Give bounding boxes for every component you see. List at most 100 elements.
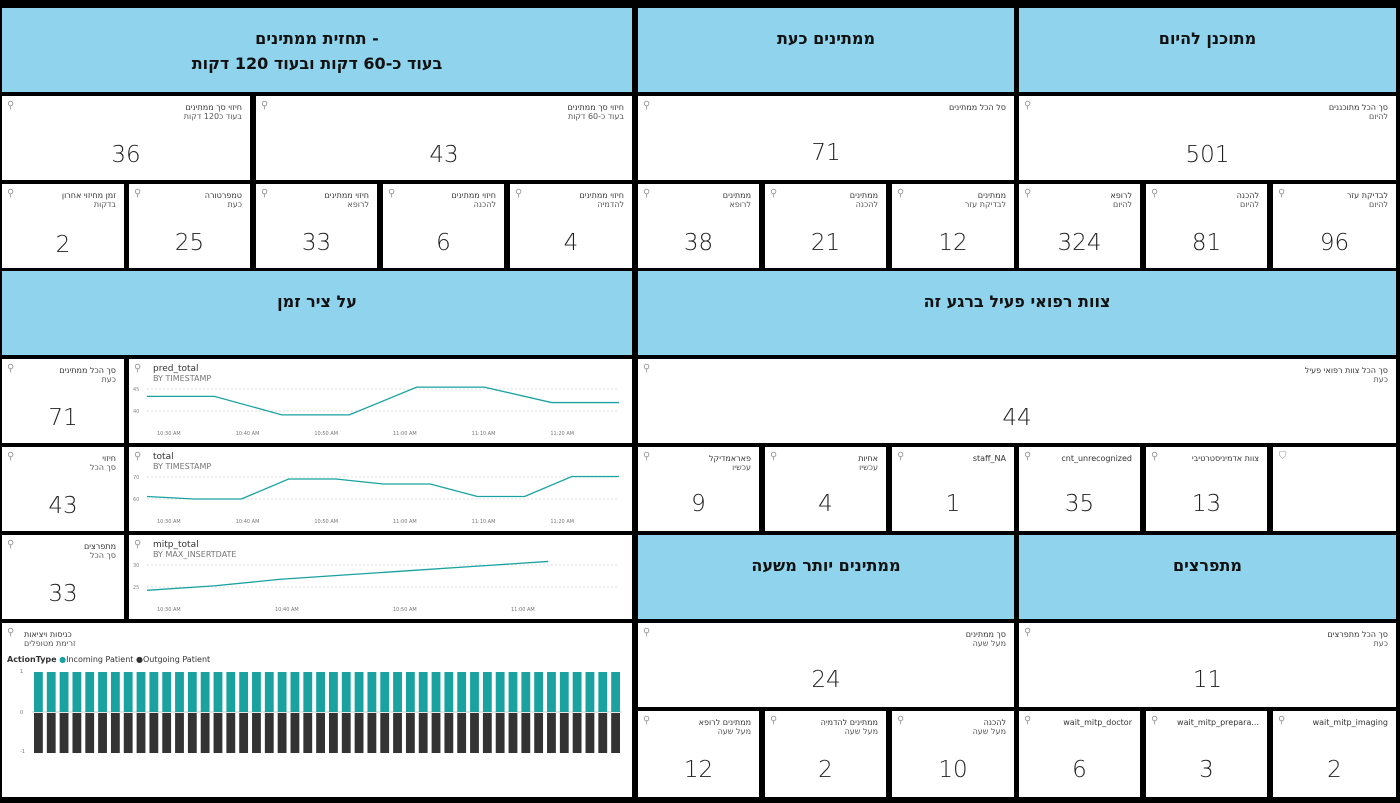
bar-outgoing <box>470 713 479 753</box>
kpi-tile-pred120[interactable]: ⚲ חיזוי סך ממתינים בעוד כ120 דקות 36 <box>2 96 250 180</box>
kpi-tile-plan-prep[interactable]: ⚲ להכנה להיום 81 <box>1146 184 1267 268</box>
pin-icon[interactable]: ⚲ <box>7 363 14 374</box>
bar-incoming <box>46 672 56 712</box>
pin-icon[interactable]: ⚲ <box>1024 188 1031 199</box>
kpi-tile-plan-doctor[interactable]: ⚲ לרופא להיום 324 <box>1019 184 1140 268</box>
pin-icon[interactable]: ⚲ <box>7 539 14 550</box>
kpi-tile-brk-total[interactable]: ⚲ סך הכל מתפרצים כעת 11 <box>1019 623 1396 707</box>
forecast-header-line1: תחזית ממתינים - <box>255 29 379 48</box>
pin-icon[interactable]: ⚲ <box>643 188 650 199</box>
pin-icon[interactable]: ⚲ <box>770 451 777 462</box>
pred-total-chart-tile[interactable]: ⚲ pred_total BY TIMESTAMP 40 45 10:30 AM 10… <box>129 359 632 443</box>
bar-incoming <box>495 672 505 712</box>
bar-incoming <box>367 672 377 712</box>
pin-icon[interactable]: ⚲ <box>897 188 904 199</box>
pin-icon[interactable]: ⚲ <box>1151 715 1158 726</box>
kpi-tile-staff-total[interactable]: ⚲ סך הכל צוות רפואי פעיל כעת 44 <box>638 359 1396 443</box>
y-tick-label: 40 <box>133 409 139 415</box>
kpi-tile-hour-total[interactable]: ⚲ סך ממתינים מעל שעה 24 <box>638 623 1014 707</box>
kpi-tile-empty[interactable]: ⛉ <box>1273 447 1396 531</box>
kpi-tile-brk-imaging[interactable]: ⚲ wait_mitp_imaging 2 <box>1273 711 1396 797</box>
pin-icon[interactable]: ⚲ <box>7 188 14 199</box>
tile-value: 25 <box>174 230 205 256</box>
pin-icon[interactable]: ⚲ <box>770 715 777 726</box>
kpi-tile-staff-nurses[interactable]: ⚲ אחיות עכשיו 4 <box>765 447 886 531</box>
kpi-tile-waiting-total[interactable]: ⚲ סל הכל ממתינים 71 <box>638 96 1014 180</box>
pin-icon[interactable]: ⚲ <box>1278 715 1285 726</box>
kpi-tile-staff-admin[interactable]: ⚲ צוות אדמיניסטרטיבי 13 <box>1146 447 1267 531</box>
tile-title: ממתינים <box>977 191 1006 200</box>
x-tick-label: 10:40 AM <box>236 519 260 525</box>
bar-outgoing <box>149 713 159 753</box>
tile-title: מתפרצים <box>83 542 116 551</box>
pin-icon[interactable]: ⚲ <box>643 451 650 462</box>
tile-subtitle: כעת <box>1373 375 1389 384</box>
tile-value: 2 <box>55 232 71 258</box>
pred-total-line-chart: 40 45 10:30 AM 10:40 AM 10:50 AM 11:00 AM 11:1… <box>133 386 619 437</box>
kpi-tile-tl-breaking[interactable]: ⚲ מתפרצים סך הכל 33 <box>2 535 124 619</box>
tile-value: 71 <box>811 140 841 166</box>
kpi-tile-brk-doctor[interactable]: ⚲ wait_mitp_doctor 6 <box>1019 711 1140 797</box>
alert-icon[interactable]: ⛉ <box>1279 451 1287 462</box>
bar-incoming <box>110 672 120 712</box>
pin-icon[interactable]: ⚲ <box>1278 188 1285 199</box>
y-tick-label: 60 <box>133 497 139 503</box>
inout-chart-tile[interactable]: ⚲ כניסות ויציאות זרימת מטופלים ActionTyp… <box>2 623 632 797</box>
pin-icon[interactable]: ⚲ <box>1024 627 1031 638</box>
kpi-tile-hour-imaging[interactable]: ⚲ ממתינים להדמיה מעל שעה 2 <box>765 711 886 797</box>
kpi-tile-plan-aux[interactable]: ⚲ לבדיקת עזר להיום 96 <box>1273 184 1396 268</box>
bar-outgoing <box>418 713 428 753</box>
kpi-tile-tl-pred[interactable]: ⚲ חיזוי סך הכל 43 <box>2 447 124 531</box>
pin-icon[interactable]: ⚲ <box>1024 451 1031 462</box>
bar-outgoing <box>316 713 325 753</box>
pin-icon[interactable]: ⚲ <box>134 188 141 199</box>
bar-outgoing <box>547 713 556 753</box>
pin-icon[interactable]: ⚲ <box>897 715 904 726</box>
pin-icon[interactable]: ⚲ <box>261 100 268 111</box>
kpi-tile-wait-aux[interactable]: ⚲ ממתינים לבדיקת עזר 12 <box>892 184 1014 268</box>
kpi-tile-staff-paramedic[interactable]: ⚲ פאראמדיקל עכשיו 9 <box>638 447 759 531</box>
pin-icon[interactable]: ⚲ <box>261 188 268 199</box>
tile-title: wait_mitp_imaging <box>1312 718 1388 727</box>
pin-icon[interactable]: ⚲ <box>643 627 650 638</box>
pin-icon[interactable]: ⚲ <box>7 100 14 111</box>
kpi-tile-tl-total-wait[interactable]: ⚲ סך הכל ממתינים כעת 71 <box>2 359 124 443</box>
bar-outgoing <box>444 713 454 753</box>
kpi-tile-pred-prep[interactable]: ⚲ חיזוי ממתינים להכנה 6 <box>383 184 504 268</box>
mitp-total-chart-tile[interactable]: ⚲ mitp_total BY MAX_INSERTDATE 25 30 10:30… <box>129 535 632 619</box>
kpi-tile-pred60[interactable]: ⚲ חיזוי סך ממתינים בעוד כ-60 דקות 43 <box>256 96 632 180</box>
pin-icon[interactable]: ⚲ <box>770 188 777 199</box>
pin-icon[interactable]: ⚲ <box>388 188 395 199</box>
kpi-tile-planned-total[interactable]: ⚲ סך הכל מתוכננים להיום 501 <box>1019 96 1396 180</box>
kpi-tile-last-pred-time[interactable]: ⚲ זמן מחיזוי אחרון בדקות 2 <box>2 184 124 268</box>
pin-icon[interactable]: ⚲ <box>1024 715 1031 726</box>
kpi-tile-hour-doctor[interactable]: ⚲ ממתינים לרופא מעל שעה 12 <box>638 711 759 797</box>
bar-outgoing <box>367 713 377 753</box>
tile-value: 43 <box>429 142 459 168</box>
kpi-tile-hour-prep[interactable]: ⚲ להכנה מעל שעה 10 <box>892 711 1014 797</box>
total-chart-tile[interactable]: ⚲ total BY TIMESTAMP 60 70 10:30 AM 10:40 A… <box>129 447 632 531</box>
pin-icon[interactable]: ⚲ <box>1151 451 1158 462</box>
bar-outgoing <box>110 713 120 753</box>
kpi-tile-staff-na[interactable]: ⚲ staff_NA 1 <box>892 447 1014 531</box>
pin-icon[interactable]: ⚲ <box>643 715 650 726</box>
pin-icon[interactable]: ⚲ <box>897 451 904 462</box>
kpi-tile-temperature[interactable]: ⚲ טמפרטורה כעת 25 <box>129 184 250 268</box>
kpi-tile-wait-doctor[interactable]: ⚲ ממתינים לרופא 38 <box>638 184 759 268</box>
kpi-tile-cnt-unrecognized[interactable]: ⚲ cnt_unrecognized 35 <box>1019 447 1140 531</box>
pin-icon[interactable]: ⚲ <box>515 188 522 199</box>
bar-incoming <box>329 672 338 712</box>
x-tick-label: 11:00 AM <box>393 519 417 525</box>
pin-icon[interactable]: ⚲ <box>643 100 650 111</box>
tile-subtitle: כעת <box>101 375 117 384</box>
pin-icon[interactable]: ⚲ <box>7 451 14 462</box>
kpi-tile-brk-prep[interactable]: ⚲ wait_mitp_prepara... 3 <box>1146 711 1267 797</box>
tile-subtitle: כעת <box>227 200 243 209</box>
kpi-tile-wait-prep[interactable]: ⚲ ממתינים להכנה 21 <box>765 184 886 268</box>
bar-outgoing <box>559 713 569 753</box>
pin-icon[interactable]: ⚲ <box>1024 100 1031 111</box>
kpi-tile-pred-imaging[interactable]: ⚲ חיזוי ממתינים להדמיה 4 <box>510 184 632 268</box>
pin-icon[interactable]: ⚲ <box>643 363 650 374</box>
kpi-tile-pred-doctor[interactable]: ⚲ חיזוי ממתינים לרופא 33 <box>256 184 377 268</box>
pin-icon[interactable]: ⚲ <box>1151 188 1158 199</box>
